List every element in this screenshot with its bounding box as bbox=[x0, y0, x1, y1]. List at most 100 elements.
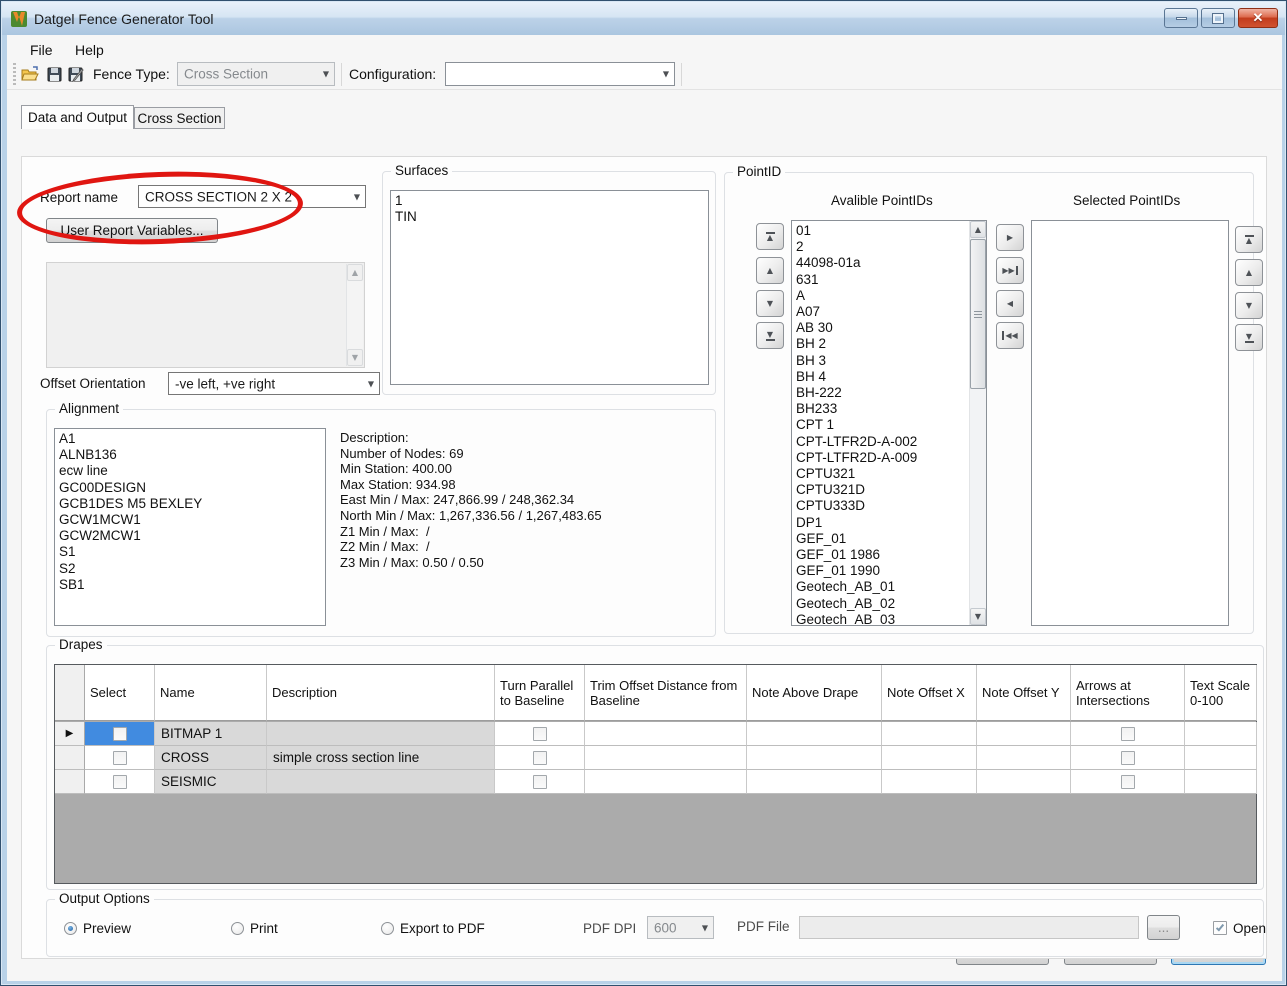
grid-cell-trim-offset[interactable] bbox=[585, 722, 747, 746]
open-icon[interactable] bbox=[21, 66, 39, 82]
grid-cell-name[interactable]: CROSS bbox=[155, 746, 267, 770]
checkbox-icon[interactable] bbox=[533, 751, 547, 765]
selected-move-down-button[interactable]: ▼ bbox=[1235, 292, 1263, 319]
scroll-down-icon[interactable]: ▼ bbox=[970, 608, 986, 625]
pointid-item[interactable]: 2 bbox=[796, 239, 968, 255]
pointid-item[interactable]: CPTU321D bbox=[796, 482, 968, 498]
browse-button[interactable]: ... bbox=[1147, 915, 1180, 940]
available-pointids-listbox[interactable]: 01244098-01a631AA07AB 30BH 2BH 3BH 4BH-2… bbox=[791, 220, 987, 626]
toolbar-grip[interactable] bbox=[13, 63, 16, 86]
pointid-item[interactable]: BH233 bbox=[796, 401, 968, 417]
grid-cell-note-offset-y[interactable] bbox=[977, 722, 1071, 746]
grid-header-select[interactable]: Select bbox=[85, 665, 155, 721]
alignment-item[interactable]: SB1 bbox=[59, 577, 325, 593]
grid-header-trim-offset[interactable]: Trim Offset Distance from Baseline bbox=[585, 665, 747, 721]
pointid-item[interactable]: AB 30 bbox=[796, 320, 968, 336]
grid-header-text-scale[interactable]: Text Scale 0-100 bbox=[1185, 665, 1257, 721]
available-list-scrollbar[interactable]: ▲ ▼ bbox=[969, 221, 986, 625]
grid-header-arrows[interactable]: Arrows at Intersections bbox=[1071, 665, 1185, 721]
radio-export-pdf[interactable] bbox=[381, 922, 394, 935]
grid-row-selector[interactable] bbox=[55, 746, 85, 770]
menu-file[interactable]: File bbox=[24, 40, 59, 60]
checkbox-icon[interactable] bbox=[1121, 751, 1135, 765]
checkbox-icon[interactable] bbox=[113, 727, 127, 741]
grid-cell-note-above[interactable] bbox=[747, 722, 882, 746]
checkbox-icon[interactable] bbox=[1121, 727, 1135, 741]
grid-cell-note-offset-x[interactable] bbox=[882, 770, 977, 794]
checkbox-icon[interactable] bbox=[533, 727, 547, 741]
grid-cell-note-above[interactable] bbox=[747, 770, 882, 794]
pointid-item[interactable]: Geotech_AB_03 bbox=[796, 612, 968, 626]
checkbox-icon[interactable] bbox=[113, 751, 127, 765]
grid-cell-turn-parallel[interactable] bbox=[495, 770, 585, 794]
grid-cell-arrows[interactable] bbox=[1071, 722, 1185, 746]
pointid-item[interactable]: BH 2 bbox=[796, 336, 968, 352]
pointid-item[interactable]: CPTU333D bbox=[796, 498, 968, 514]
selected-pointids-listbox[interactable] bbox=[1031, 220, 1229, 626]
move-left-button[interactable]: ◀ bbox=[996, 290, 1024, 317]
grid-cell-text-scale[interactable] bbox=[1185, 770, 1257, 794]
pointid-item[interactable]: DP1 bbox=[796, 515, 968, 531]
surface-item[interactable]: 1 bbox=[395, 193, 708, 209]
user-report-variables-button[interactable]: User Report Variables... bbox=[46, 218, 218, 243]
grid-row-selector-current[interactable]: ▶ bbox=[55, 722, 85, 746]
grid-cell-description[interactable] bbox=[267, 770, 495, 794]
pointid-item[interactable]: 44098-01a bbox=[796, 255, 968, 271]
available-move-up-button[interactable]: ▲ bbox=[756, 257, 784, 284]
pointid-item[interactable]: Geotech_AB_01 bbox=[796, 579, 968, 595]
grid-cell-turn-parallel[interactable] bbox=[495, 746, 585, 770]
pointid-item[interactable]: GEF_01 1986 bbox=[796, 547, 968, 563]
grid-cell-note-offset-x[interactable] bbox=[882, 746, 977, 770]
grid-cell-arrows[interactable] bbox=[1071, 746, 1185, 770]
pointid-item[interactable]: Geotech_AB_02 bbox=[796, 596, 968, 612]
grid-cell-name[interactable]: BITMAP 1 bbox=[155, 722, 267, 746]
grid-cell-select[interactable] bbox=[85, 746, 155, 770]
grid-header-note-offset-x[interactable]: Note Offset X bbox=[882, 665, 977, 721]
grid-header-turn-parallel[interactable]: Turn Parallel to Baseline bbox=[495, 665, 585, 721]
pointid-item[interactable]: GEF_01 1990 bbox=[796, 563, 968, 579]
available-move-top-button[interactable]: ▲ bbox=[756, 223, 784, 250]
checkbox-icon[interactable] bbox=[113, 775, 127, 789]
alignment-item[interactable]: GCW1MCW1 bbox=[59, 512, 325, 528]
pdf-file-textbox[interactable] bbox=[799, 916, 1139, 939]
grid-cell-note-above[interactable] bbox=[747, 746, 882, 770]
selected-move-up-button[interactable]: ▲ bbox=[1235, 259, 1263, 286]
move-all-left-button[interactable]: ◀◀ bbox=[996, 322, 1024, 349]
report-name-combobox[interactable]: CROSS SECTION 2 X 2 ▼ bbox=[138, 185, 366, 208]
available-move-bottom-button[interactable]: ▼ bbox=[756, 322, 784, 349]
radio-preview[interactable] bbox=[64, 922, 77, 935]
pointid-item[interactable]: BH 4 bbox=[796, 369, 968, 385]
close-button[interactable]: ✕ bbox=[1238, 8, 1278, 28]
radio-export-pdf-label[interactable]: Export to PDF bbox=[400, 921, 485, 936]
alignment-item[interactable]: S1 bbox=[59, 544, 325, 560]
grid-cell-description[interactable]: simple cross section line bbox=[267, 746, 495, 770]
pdf-dpi-combobox[interactable]: 600 ▼ bbox=[647, 916, 714, 939]
grid-cell-text-scale[interactable] bbox=[1185, 722, 1257, 746]
grid-cell-text-scale[interactable] bbox=[1185, 746, 1257, 770]
save-icon[interactable] bbox=[47, 67, 62, 82]
tab-data-and-output[interactable]: Data and Output bbox=[21, 105, 134, 129]
available-move-down-button[interactable]: ▼ bbox=[756, 290, 784, 317]
grid-cell-select[interactable] bbox=[85, 770, 155, 794]
pointid-item[interactable]: CPT-LTFR2D-A-002 bbox=[796, 434, 968, 450]
alignment-item[interactable]: A1 bbox=[59, 431, 325, 447]
pointid-item[interactable]: 01 bbox=[796, 223, 968, 239]
alignment-item[interactable]: GC00DESIGN bbox=[59, 480, 325, 496]
grid-cell-note-offset-y[interactable] bbox=[977, 770, 1071, 794]
alignment-item[interactable]: ALNB136 bbox=[59, 447, 325, 463]
pointid-item[interactable]: CPT 1 bbox=[796, 417, 968, 433]
grid-header-description[interactable]: Description bbox=[267, 665, 495, 721]
save-as-icon[interactable] bbox=[68, 67, 84, 82]
grid-cell-description[interactable] bbox=[267, 722, 495, 746]
radio-print-label[interactable]: Print bbox=[250, 921, 278, 936]
minimize-button[interactable] bbox=[1164, 8, 1198, 28]
pointid-item[interactable]: BH-222 bbox=[796, 385, 968, 401]
selected-move-bottom-button[interactable]: ▼ bbox=[1235, 324, 1263, 351]
menu-help[interactable]: Help bbox=[69, 40, 110, 60]
grid-cell-turn-parallel[interactable] bbox=[495, 722, 585, 746]
surface-item[interactable]: TIN bbox=[395, 209, 708, 225]
surfaces-listbox[interactable]: 1TIN bbox=[390, 190, 709, 385]
open-checkbox[interactable] bbox=[1213, 921, 1227, 935]
grid-cell-select[interactable] bbox=[85, 722, 155, 746]
scrollbar-thumb[interactable] bbox=[970, 239, 986, 389]
